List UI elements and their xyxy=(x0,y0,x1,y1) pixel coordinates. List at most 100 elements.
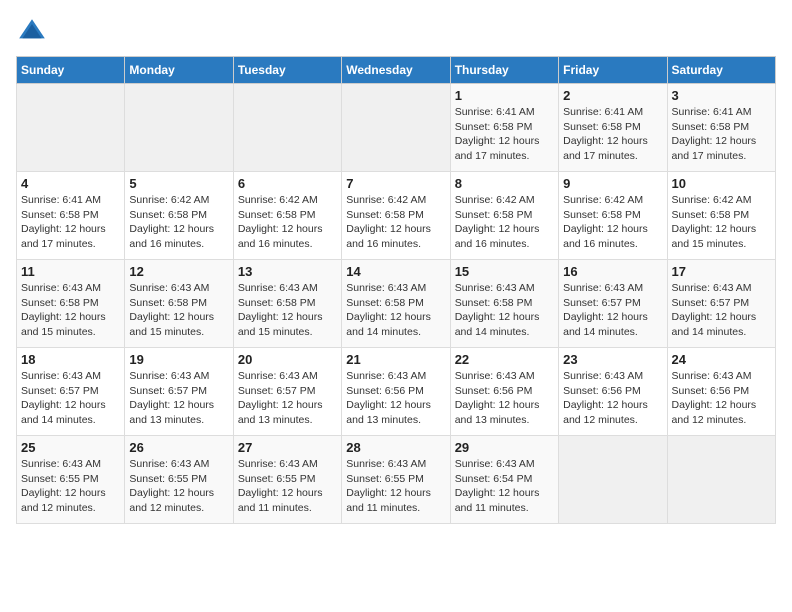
day-info: Sunrise: 6:42 AM Sunset: 6:58 PM Dayligh… xyxy=(563,193,662,252)
calendar-cell: 27 Sunrise: 6:43 AM Sunset: 6:55 PM Dayli… xyxy=(233,436,341,524)
calendar-cell: 19 Sunrise: 6:43 AM Sunset: 6:57 PM Dayli… xyxy=(125,348,233,436)
day-info: Sunrise: 6:42 AM Sunset: 6:58 PM Dayligh… xyxy=(129,193,228,252)
day-info: Sunrise: 6:43 AM Sunset: 6:57 PM Dayligh… xyxy=(238,369,337,428)
day-info: Sunrise: 6:43 AM Sunset: 6:55 PM Dayligh… xyxy=(21,457,120,516)
calendar-cell: 16 Sunrise: 6:43 AM Sunset: 6:57 PM Dayli… xyxy=(559,260,667,348)
calendar-cell: 26 Sunrise: 6:43 AM Sunset: 6:55 PM Dayli… xyxy=(125,436,233,524)
day-info: Sunrise: 6:43 AM Sunset: 6:57 PM Dayligh… xyxy=(672,281,771,340)
day-number: 21 xyxy=(346,352,445,367)
day-number: 26 xyxy=(129,440,228,455)
day-number: 20 xyxy=(238,352,337,367)
day-info: Sunrise: 6:41 AM Sunset: 6:58 PM Dayligh… xyxy=(672,105,771,164)
calendar-cell: 5Sunrise: 6:42 AM Sunset: 6:58 PM Daylig… xyxy=(125,172,233,260)
day-number: 15 xyxy=(455,264,554,279)
calendar-cell: 23 Sunrise: 6:43 AM Sunset: 6:56 PM Dayli… xyxy=(559,348,667,436)
day-info: Sunrise: 6:43 AM Sunset: 6:57 PM Dayligh… xyxy=(21,369,120,428)
day-number: 28 xyxy=(346,440,445,455)
calendar-cell: 18 Sunrise: 6:43 AM Sunset: 6:57 PM Dayli… xyxy=(17,348,125,436)
day-info: Sunrise: 6:43 AM Sunset: 6:57 PM Dayligh… xyxy=(563,281,662,340)
day-number: 14 xyxy=(346,264,445,279)
calendar-cell: 29 Sunrise: 6:43 AM Sunset: 6:54 PM Dayli… xyxy=(450,436,558,524)
day-info: Sunrise: 6:43 AM Sunset: 6:56 PM Dayligh… xyxy=(346,369,445,428)
day-number: 17 xyxy=(672,264,771,279)
day-number: 1 xyxy=(455,88,554,103)
calendar-cell: 2 Sunrise: 6:41 AM Sunset: 6:58 PM Daylig… xyxy=(559,84,667,172)
calendar-cell: 28 Sunrise: 6:43 AM Sunset: 6:55 PM Dayli… xyxy=(342,436,450,524)
page-header xyxy=(16,16,776,48)
day-number: 7 xyxy=(346,176,445,191)
day-number: 22 xyxy=(455,352,554,367)
day-number: 3 xyxy=(672,88,771,103)
header-saturday: Saturday xyxy=(667,57,775,84)
day-number: 4 xyxy=(21,176,120,191)
logo xyxy=(16,16,52,48)
calendar-cell xyxy=(17,84,125,172)
day-number: 8 xyxy=(455,176,554,191)
calendar-cell xyxy=(667,436,775,524)
day-info: Sunrise: 6:43 AM Sunset: 6:57 PM Dayligh… xyxy=(129,369,228,428)
calendar-cell xyxy=(125,84,233,172)
calendar-cell: 15 Sunrise: 6:43 AM Sunset: 6:58 PM Dayli… xyxy=(450,260,558,348)
day-info: Sunrise: 6:43 AM Sunset: 6:58 PM Dayligh… xyxy=(21,281,120,340)
day-number: 25 xyxy=(21,440,120,455)
calendar-cell: 12 Sunrise: 6:43 AM Sunset: 6:58 PM Dayli… xyxy=(125,260,233,348)
day-number: 18 xyxy=(21,352,120,367)
day-number: 6 xyxy=(238,176,337,191)
calendar-cell: 4 Sunrise: 6:41 AM Sunset: 6:58 PM Daylig… xyxy=(17,172,125,260)
header-friday: Friday xyxy=(559,57,667,84)
calendar-cell xyxy=(233,84,341,172)
calendar-cell: 20 Sunrise: 6:43 AM Sunset: 6:57 PM Dayli… xyxy=(233,348,341,436)
header-sunday: Sunday xyxy=(17,57,125,84)
day-info: Sunrise: 6:42 AM Sunset: 6:58 PM Dayligh… xyxy=(672,193,771,252)
day-info: Sunrise: 6:42 AM Sunset: 6:58 PM Dayligh… xyxy=(346,193,445,252)
day-info: Sunrise: 6:43 AM Sunset: 6:56 PM Dayligh… xyxy=(563,369,662,428)
day-number: 11 xyxy=(21,264,120,279)
logo-icon xyxy=(16,16,48,48)
day-info: Sunrise: 6:42 AM Sunset: 6:58 PM Dayligh… xyxy=(238,193,337,252)
day-number: 23 xyxy=(563,352,662,367)
day-number: 12 xyxy=(129,264,228,279)
calendar-cell xyxy=(559,436,667,524)
day-number: 19 xyxy=(129,352,228,367)
day-info: Sunrise: 6:41 AM Sunset: 6:58 PM Dayligh… xyxy=(455,105,554,164)
calendar-cell: 3 Sunrise: 6:41 AM Sunset: 6:58 PM Daylig… xyxy=(667,84,775,172)
day-info: Sunrise: 6:43 AM Sunset: 6:58 PM Dayligh… xyxy=(346,281,445,340)
day-number: 2 xyxy=(563,88,662,103)
day-info: Sunrise: 6:43 AM Sunset: 6:55 PM Dayligh… xyxy=(238,457,337,516)
calendar-cell: 7 Sunrise: 6:42 AM Sunset: 6:58 PM Daylig… xyxy=(342,172,450,260)
day-info: Sunrise: 6:43 AM Sunset: 6:54 PM Dayligh… xyxy=(455,457,554,516)
header-monday: Monday xyxy=(125,57,233,84)
day-info: Sunrise: 6:43 AM Sunset: 6:56 PM Dayligh… xyxy=(455,369,554,428)
calendar-cell: 24 Sunrise: 6:43 AM Sunset: 6:56 PM Dayli… xyxy=(667,348,775,436)
day-info: Sunrise: 6:43 AM Sunset: 6:58 PM Dayligh… xyxy=(455,281,554,340)
day-number: 16 xyxy=(563,264,662,279)
day-number: 13 xyxy=(238,264,337,279)
day-info: Sunrise: 6:43 AM Sunset: 6:58 PM Dayligh… xyxy=(129,281,228,340)
day-info: Sunrise: 6:42 AM Sunset: 6:58 PM Dayligh… xyxy=(455,193,554,252)
day-info: Sunrise: 6:43 AM Sunset: 6:55 PM Dayligh… xyxy=(129,457,228,516)
calendar-cell: 9 Sunrise: 6:42 AM Sunset: 6:58 PM Daylig… xyxy=(559,172,667,260)
calendar-cell: 11 Sunrise: 6:43 AM Sunset: 6:58 PM Dayli… xyxy=(17,260,125,348)
calendar-cell: 22 Sunrise: 6:43 AM Sunset: 6:56 PM Dayli… xyxy=(450,348,558,436)
day-info: Sunrise: 6:41 AM Sunset: 6:58 PM Dayligh… xyxy=(563,105,662,164)
calendar-cell: 8 Sunrise: 6:42 AM Sunset: 6:58 PM Daylig… xyxy=(450,172,558,260)
day-info: Sunrise: 6:43 AM Sunset: 6:55 PM Dayligh… xyxy=(346,457,445,516)
header-tuesday: Tuesday xyxy=(233,57,341,84)
calendar-cell: 1 Sunrise: 6:41 AM Sunset: 6:58 PM Daylig… xyxy=(450,84,558,172)
header-thursday: Thursday xyxy=(450,57,558,84)
calendar-cell: 25 Sunrise: 6:43 AM Sunset: 6:55 PM Dayli… xyxy=(17,436,125,524)
day-number: 29 xyxy=(455,440,554,455)
calendar-cell: 13 Sunrise: 6:43 AM Sunset: 6:58 PM Dayli… xyxy=(233,260,341,348)
calendar-cell xyxy=(342,84,450,172)
calendar-cell: 6 Sunrise: 6:42 AM Sunset: 6:58 PM Daylig… xyxy=(233,172,341,260)
day-info: Sunrise: 6:43 AM Sunset: 6:58 PM Dayligh… xyxy=(238,281,337,340)
header-wednesday: Wednesday xyxy=(342,57,450,84)
calendar-cell: 14 Sunrise: 6:43 AM Sunset: 6:58 PM Dayli… xyxy=(342,260,450,348)
day-number: 9 xyxy=(563,176,662,191)
calendar-table: SundayMondayTuesdayWednesdayThursdayFrid… xyxy=(16,56,776,524)
day-number: 24 xyxy=(672,352,771,367)
day-number: 27 xyxy=(238,440,337,455)
day-info: Sunrise: 6:41 AM Sunset: 6:58 PM Dayligh… xyxy=(21,193,120,252)
day-info: Sunrise: 6:43 AM Sunset: 6:56 PM Dayligh… xyxy=(672,369,771,428)
calendar-cell: 21 Sunrise: 6:43 AM Sunset: 6:56 PM Dayli… xyxy=(342,348,450,436)
